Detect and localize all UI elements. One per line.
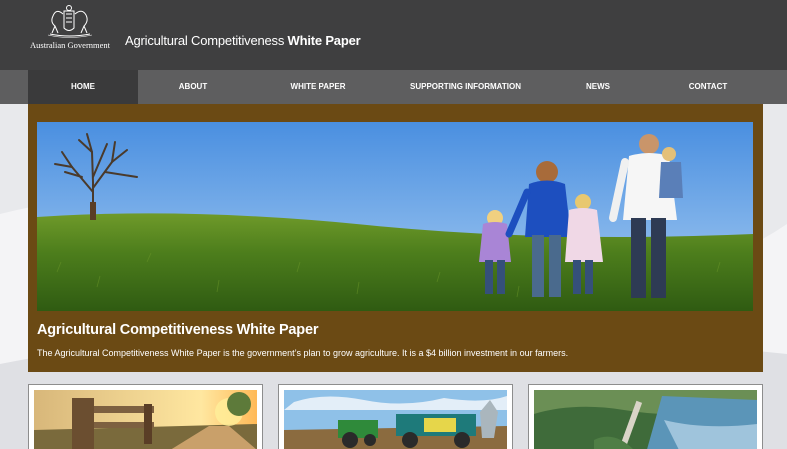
nav-item-news[interactable]: NEWS [543,70,653,104]
nav-item-white-paper[interactable]: WHITE PAPER [248,70,388,104]
farm-machinery-image [284,390,507,449]
org-name: Australian Government [30,40,111,50]
site-title-bold: White Paper [287,33,361,48]
feature-card-3[interactable] [528,384,763,449]
nav-item-supporting-information[interactable]: SUPPORTING INFORMATION [388,70,543,104]
main-nav: HOME ABOUT WHITE PAPER SUPPORTING INFORM… [0,70,787,104]
nav-item-contact[interactable]: CONTACT [653,70,763,104]
country-road-fence-image [34,390,257,449]
site-header: Australian Government Agricultural Compe… [0,0,787,70]
nav-item-about[interactable]: ABOUT [138,70,248,104]
hero-banner: Agricultural Competitiveness White Paper… [28,104,763,372]
hero-description: The Agricultural Competitiveness White P… [37,348,569,358]
dam-aerial-image [534,390,757,449]
feature-card-2[interactable] [278,384,513,449]
nav-item-home[interactable]: HOME [28,70,138,104]
feature-card-1[interactable] [28,384,263,449]
site-title[interactable]: Agricultural Competitiveness White Paper [125,33,361,48]
hero-title: Agricultural Competitiveness White Paper [37,322,319,338]
site-title-regular: Agricultural Competitiveness [125,33,288,48]
hero-family-field-image [37,122,753,311]
